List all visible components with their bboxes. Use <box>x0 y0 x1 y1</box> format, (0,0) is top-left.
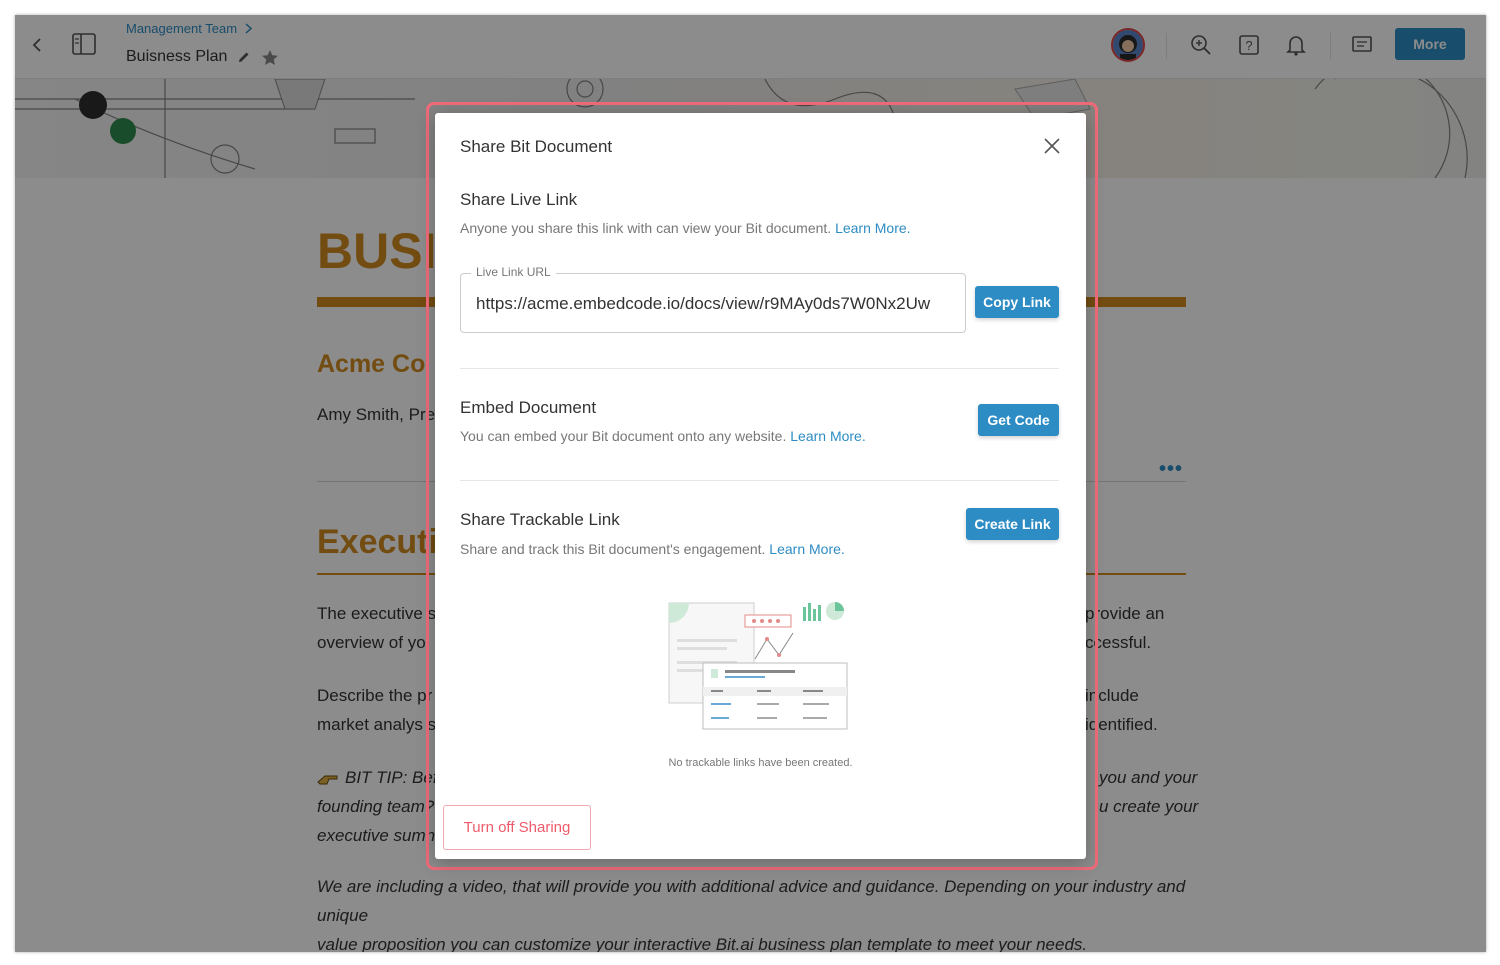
empty-state-text: No trackable links have been created. <box>668 757 853 769</box>
turn-off-sharing-button[interactable]: Turn off Sharing <box>443 805 591 850</box>
description-text: You can embed your Bit document onto any… <box>460 428 787 444</box>
create-link-button[interactable]: Create Link <box>966 508 1059 540</box>
dialog-title: Share Bit Document <box>460 137 613 156</box>
section-divider <box>460 480 1059 481</box>
embed-description: You can embed your Bit document onto any… <box>460 428 866 444</box>
description-text: Anyone you share this link with can view… <box>460 220 832 236</box>
live-link-url-field[interactable]: Live Link URL https://acme.embedcode.io/… <box>460 265 966 333</box>
url-value[interactable]: https://acme.embedcode.io/docs/view/r9MA… <box>476 294 930 314</box>
learn-more-link[interactable]: Learn More. <box>769 541 844 557</box>
learn-more-link[interactable]: Learn More. <box>790 428 865 444</box>
learn-more-link[interactable]: Learn More. <box>835 220 910 236</box>
app-window: Management Team Buisness Plan ? More BUS… <box>15 15 1486 952</box>
copy-link-button[interactable]: Copy Link <box>975 286 1059 318</box>
trackable-description: Share and track this Bit document's enga… <box>460 541 845 557</box>
trackable-title: Share Trackable Link <box>460 510 620 529</box>
share-dialog: Share Bit Document Share Live Link Anyon… <box>435 113 1086 859</box>
live-link-description: Anyone you share this link with can view… <box>460 220 911 236</box>
description-text: Share and track this Bit document's enga… <box>460 541 766 557</box>
section-divider <box>460 368 1059 369</box>
embed-title: Embed Document <box>460 398 597 417</box>
field-label: Live Link URL <box>471 265 556 279</box>
live-link-title: Share Live Link <box>460 190 578 209</box>
get-code-button[interactable]: Get Code <box>978 404 1059 436</box>
trackable-links-illustration <box>667 599 857 734</box>
close-icon[interactable] <box>1041 135 1063 157</box>
